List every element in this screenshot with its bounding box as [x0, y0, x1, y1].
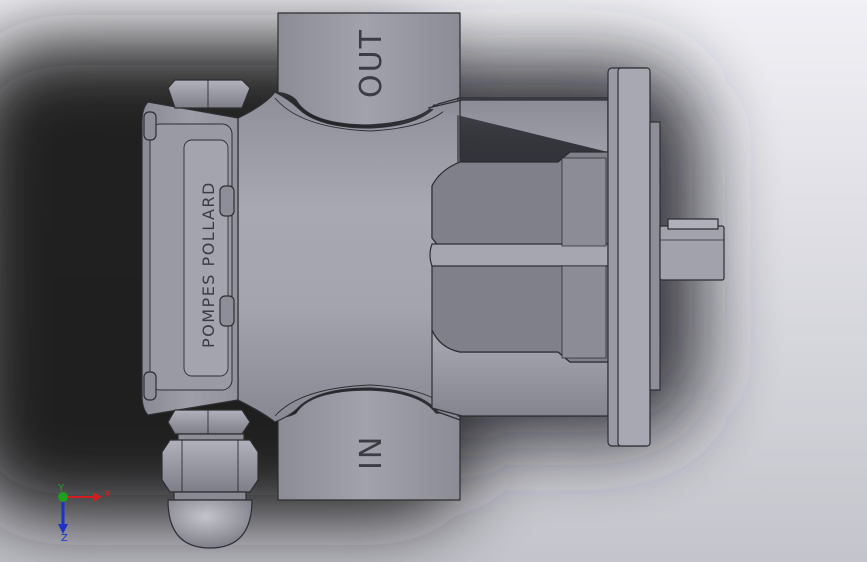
lower-slot-shade — [561, 265, 607, 359]
drive-shaft[interactable] — [659, 225, 725, 281]
upper-slot-shade — [561, 157, 607, 247]
cover-bolt-top[interactable] — [143, 111, 157, 141]
shaft-key — [667, 218, 719, 230]
inlet-port-label: IN — [354, 435, 389, 470]
flange-pilot — [649, 121, 661, 391]
pump-model-view[interactable]: OUT IN POMPES POLLARD X Y Z — [0, 0, 867, 562]
brand-engraving: POMPES POLLARD — [199, 181, 218, 348]
flange-face — [617, 67, 651, 447]
relief-valve-hex[interactable] — [161, 439, 259, 493]
cover-stud-upper — [219, 185, 235, 217]
cover-stud-lower — [219, 295, 235, 327]
top-hex-nut[interactable] — [167, 79, 251, 109]
bottom-hex-nut[interactable] — [167, 409, 251, 435]
triad-y-label: Y — [57, 483, 65, 494]
triad-x-label: X — [104, 489, 111, 500]
cad-graphics-viewport[interactable]: OUT IN POMPES POLLARD X Y Z — [0, 0, 867, 562]
outlet-port-label: OUT — [354, 28, 389, 98]
dome-neck — [173, 491, 247, 501]
housing-center-groove — [429, 243, 609, 267]
pump-body[interactable] — [237, 91, 461, 423]
cover-bolt-bottom[interactable] — [143, 371, 157, 401]
triad-z-label: Z — [61, 533, 68, 544]
